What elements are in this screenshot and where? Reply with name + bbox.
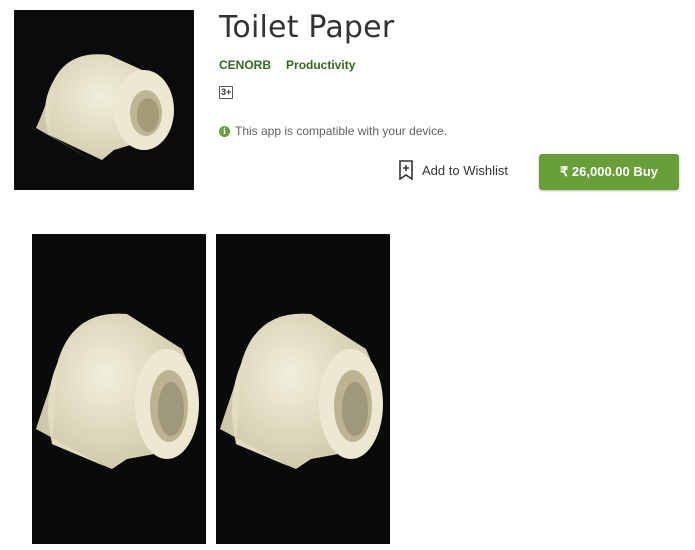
app-meta: CENORB Productivity (219, 58, 685, 72)
info-circle-icon: i (219, 125, 230, 137)
app-info: Toilet Paper CENORB Productivity 3+ (219, 10, 685, 100)
screenshot-1[interactable] (32, 234, 206, 544)
content-rating-badge: 3+ (219, 86, 234, 99)
app-icon-image (14, 10, 194, 190)
bookmark-plus-icon (398, 160, 414, 180)
add-to-wishlist-button[interactable]: Add to Wishlist (398, 160, 508, 180)
developer-link[interactable]: CENORB (219, 58, 271, 72)
compatibility-notice: i This app is compatible with your devic… (219, 124, 447, 138)
compatibility-text: This app is compatible with your device. (235, 124, 448, 138)
category-link[interactable]: Productivity (286, 58, 355, 72)
screenshot-2[interactable] (216, 234, 390, 544)
app-details-page: Toilet Paper CENORB Productivity 3+ i Th… (0, 0, 695, 550)
buy-button[interactable]: ₹ 26,000.00 Buy (539, 154, 679, 190)
wishlist-label: Add to Wishlist (422, 162, 508, 178)
app-title: Toilet Paper (219, 10, 395, 45)
